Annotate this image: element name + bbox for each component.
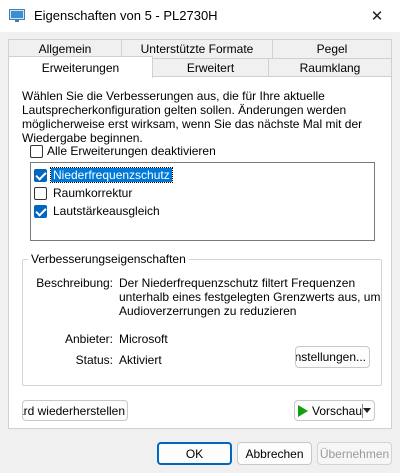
description-value-line-2: unterhalb eines festgelegten Grenzwerts …	[119, 290, 381, 304]
provider-label: Anbieter:	[64, 332, 113, 346]
ok-button[interactable]: OK	[157, 442, 232, 465]
enhancements-description: Wählen Sie die Verbesserungen aus, die f…	[22, 89, 363, 145]
tab-pegel[interactable]: Pegel	[272, 39, 392, 58]
preview-label: Vorschau	[312, 403, 363, 418]
preview-split-button[interactable]: Vorschau	[294, 400, 375, 421]
checkbox-checked[interactable]	[34, 168, 47, 182]
tab-label: Raumklang	[299, 61, 361, 75]
close-button[interactable]: ✕	[354, 0, 400, 32]
close-icon: ✕	[370, 8, 384, 25]
restore-defaults-label: Standard wiederherstellen	[23, 403, 125, 418]
tab-label: Erweitert	[186, 61, 235, 75]
status-label: Status:	[75, 353, 113, 367]
checkbox-checked[interactable]	[34, 204, 47, 218]
tab-label: Erweiterungen	[41, 60, 120, 75]
chevron-down-icon[interactable]	[363, 408, 371, 413]
disable-all-label: Alle Erweiterungen deaktivieren	[47, 144, 216, 158]
list-item-lautstaerkeausgleich[interactable]: Lautstärkeausgleich	[34, 202, 162, 220]
ok-label: OK	[185, 446, 204, 461]
provider-value: Microsoft	[119, 332, 168, 346]
checkbox-box	[30, 144, 43, 158]
checkbox-unchecked[interactable]	[34, 186, 47, 200]
tab-erweiterungen[interactable]: Erweiterungen	[8, 56, 153, 78]
window-title: Eigenschaften von 5 - PL2730H	[34, 8, 218, 23]
tab-label: Pegel	[316, 42, 348, 56]
cancel-label: Abbrechen	[245, 446, 304, 461]
tab-label: Unterstützte Formate	[140, 42, 254, 56]
tab-label: Allgemein	[38, 42, 92, 56]
list-item-label: Niederfrequenzschutz	[50, 167, 173, 183]
settings-button[interactable]: Einstellungen...	[295, 346, 370, 368]
enhancements-list[interactable]: Niederfrequenzschutz Raumkorrektur Lauts…	[30, 162, 375, 241]
list-item-label: Lautstärkeausgleich	[53, 204, 160, 218]
list-item-niederfrequenzschutz[interactable]: Niederfrequenzschutz	[34, 166, 173, 184]
description-value-line-1: Der Niederfrequenzschutz filtert Frequen…	[119, 276, 356, 290]
apply-button[interactable]: Übernehmen	[317, 442, 392, 465]
disable-all-checkbox[interactable]: Alle Erweiterungen deaktivieren	[30, 144, 216, 158]
apply-label: Übernehmen	[319, 446, 390, 461]
list-item-label: Raumkorrektur	[53, 186, 133, 200]
tab-strip: Allgemein Unterstützte Formate Pegel Erw…	[0, 32, 400, 78]
title-bar: Eigenschaften von 5 - PL2730H ✕	[0, 0, 400, 32]
speaker-icon	[9, 9, 25, 22]
tab-raumklang[interactable]: Raumklang	[268, 58, 392, 77]
status-value: Aktiviert	[119, 353, 162, 367]
list-item-raumkorrektur[interactable]: Raumkorrektur	[34, 184, 134, 202]
properties-group-title: Verbesserungseigenschaften	[28, 252, 189, 266]
restore-defaults-button[interactable]: Standard wiederherstellen	[22, 400, 128, 421]
description-label: Beschreibung:	[36, 276, 113, 290]
tab-erweitert[interactable]: Erweitert	[152, 58, 269, 77]
play-icon	[298, 404, 308, 417]
description-value-line-3: Audioverzerrungen zu reduzieren	[119, 304, 297, 318]
cancel-button[interactable]: Abbrechen	[237, 442, 312, 465]
settings-button-label: Einstellungen...	[295, 350, 366, 364]
